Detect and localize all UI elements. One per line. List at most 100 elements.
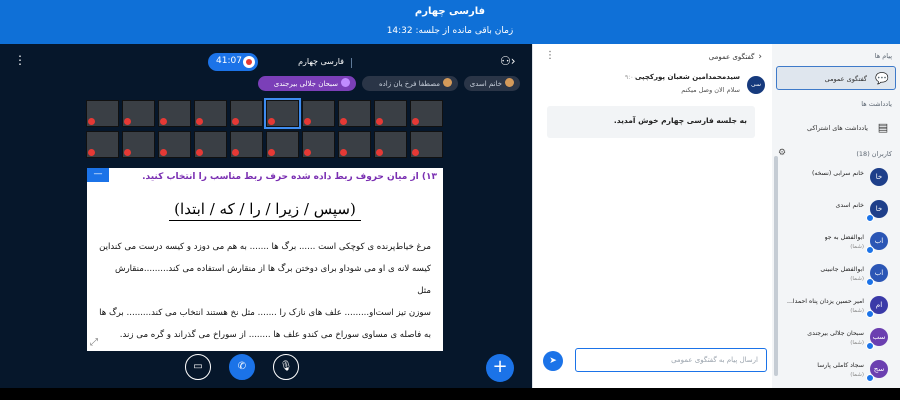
video-tile[interactable]: [194, 100, 227, 127]
avatar: سی: [747, 76, 765, 94]
more-options-icon[interactable]: ⋮: [14, 54, 26, 66]
video-tile[interactable]: [230, 131, 263, 158]
session-timer: زمان باقی مانده از جلسه: 14:32: [386, 26, 514, 36]
user-status: (شما): [850, 372, 864, 378]
video-tile[interactable]: [194, 131, 227, 158]
video-tile[interactable]: [158, 131, 191, 158]
user-list-item[interactable]: سج سجاد کاملی پارسا (شما): [772, 356, 894, 386]
user-name: ابوالفضل جانبینی: [820, 266, 864, 273]
user-name: ابوالفضل به جو: [824, 234, 864, 241]
welcome-message: به جلسه فارسی چهارم خوش آمدید.: [547, 106, 755, 138]
muted-icon: [160, 118, 167, 125]
slide-options: (سپس / زیرا / را / که / ابتدا): [87, 200, 443, 221]
presenter-badge-icon: [866, 342, 874, 350]
muted-icon: [160, 149, 167, 156]
presenter-chip[interactable]: سبحان جلالی بیرجندی: [258, 76, 356, 91]
video-tile[interactable]: [338, 131, 371, 158]
sidebar-item-shared-notes[interactable]: ▤ یادداشت های اشتراکی: [776, 116, 896, 140]
video-tile[interactable]: [230, 100, 263, 127]
user-list-item[interactable]: خا خانم اسدی: [772, 196, 894, 226]
sidebar-item-label: گفتگوی عمومی: [824, 75, 867, 83]
slide-question: ۱۳) از میان حروف ربط داده شده حرف ربط من…: [142, 172, 437, 182]
video-tile[interactable]: [410, 100, 443, 127]
muted-icon: [88, 149, 95, 156]
camera-off-icon[interactable]: ▭: [185, 354, 211, 380]
top-bar: فارسی چهارم زمان باقی مانده از جلسه: 14:…: [0, 0, 900, 44]
video-tile[interactable]: [302, 100, 335, 127]
muted-icon: [304, 149, 311, 156]
microphone-icon: [341, 78, 350, 87]
muted-icon: [376, 118, 383, 125]
presentation-area: ⋮ 41:07 فارسی چهارم ⚇› سبحان جلالی بیرجن…: [0, 44, 532, 388]
video-tile[interactable]: [86, 131, 119, 158]
recording-time: 41:07: [216, 56, 242, 66]
message-text: سلام الان وصل میکنم: [681, 86, 740, 94]
muted-icon: [124, 149, 131, 156]
video-tile[interactable]: [122, 100, 155, 127]
message-sender: سیدمحمدامین شعبان پورکچپی: [634, 73, 740, 81]
video-tile[interactable]: [86, 100, 119, 127]
user-list-item[interactable]: سب سبحان جلالی بیرجندی (شما): [772, 324, 894, 354]
actions-plus-button[interactable]: +: [486, 354, 514, 382]
video-tile[interactable]: [338, 100, 371, 127]
video-tile[interactable]: [302, 131, 335, 158]
sidebar-item-public-chat[interactable]: 💬 گفتگوی عمومی: [776, 66, 896, 90]
user-status: (شما): [850, 244, 864, 250]
presenter-badge-icon: [866, 214, 874, 222]
microphone-icon: [443, 78, 452, 87]
user-list-toggle-icon[interactable]: ⚇›: [500, 54, 516, 68]
video-grid: [86, 98, 443, 158]
chat-panel: ⋮ ‹گفتگوی عمومی سی سیدمحمدامین شعبان پور…: [532, 44, 772, 388]
chat-title[interactable]: ‹گفتگوی عمومی: [709, 52, 762, 62]
message-time: ۹:۰۰: [625, 74, 637, 81]
muted-icon: [376, 149, 383, 156]
chat-input[interactable]: ارسال پیام به گفتگوی عمومی: [575, 348, 767, 372]
video-tile[interactable]: [266, 131, 299, 158]
muted-icon: [124, 118, 131, 125]
video-tile[interactable]: [410, 131, 443, 158]
notes-header: یادداشت ها: [861, 100, 892, 108]
user-list-item[interactable]: اب ابوالفضل به جو (شما): [772, 228, 894, 258]
chat-options-icon[interactable]: ⋮: [545, 50, 555, 61]
record-icon: [243, 56, 255, 68]
sidebar: پیام ها 💬 گفتگوی عمومی یادداشت ها ▤ یادد…: [772, 44, 900, 388]
user-status: (شما): [850, 340, 864, 346]
video-tile[interactable]: [374, 100, 407, 127]
muted-icon: [340, 118, 347, 125]
presenter-badge-icon: [866, 246, 874, 254]
fullscreen-icon[interactable]: ⤢: [90, 337, 98, 348]
video-tile[interactable]: [264, 98, 301, 129]
slide-paragraph: مرغ خیاط‌پرنده ی کوچکی است ...... برگ ها…: [99, 236, 431, 346]
gear-icon[interactable]: ⚙: [778, 148, 786, 158]
users-header: کاربران (18): [856, 150, 892, 158]
presentation-slide: — ۱۳) از میان حروف ربط داده شده حرف ربط …: [87, 168, 443, 351]
muted-icon: [196, 149, 203, 156]
video-tile[interactable]: [122, 131, 155, 158]
video-tile[interactable]: [158, 100, 191, 127]
presenter-chip[interactable]: مصطفا فرخ یان زاده: [362, 76, 458, 91]
microphone-off-icon[interactable]: 🎙: [273, 354, 299, 380]
muted-icon: [304, 118, 311, 125]
recording-indicator[interactable]: 41:07: [208, 53, 258, 71]
user-list-item[interactable]: خا خانم سرابی (نسخه): [772, 164, 894, 194]
send-icon[interactable]: ➤: [543, 351, 563, 371]
user-name: خانم اسدی: [835, 202, 864, 209]
chevron-left-icon[interactable]: ‹: [758, 52, 762, 62]
user-name: سبحان جلالی بیرجندی: [807, 330, 864, 337]
muted-icon: [196, 118, 203, 125]
minimize-presentation-button[interactable]: —: [87, 168, 109, 182]
user-list-item[interactable]: اب ابوالفضل جانبینی (شما): [772, 260, 894, 290]
phone-icon[interactable]: ✆: [229, 354, 255, 380]
notes-icon: ▤: [877, 121, 889, 134]
muted-icon: [232, 149, 239, 156]
muted-icon: [88, 118, 95, 125]
user-name: خانم سرابی (نسخه): [811, 170, 864, 177]
presenter-chip[interactable]: خانم اسدی: [464, 76, 520, 91]
room-title: فارسی چهارم: [264, 57, 352, 68]
user-name: امیر حسین یزدان پناه احمدا...: [787, 298, 864, 305]
video-tile[interactable]: [374, 131, 407, 158]
user-list-item[interactable]: ام امیر حسین یزدان پناه احمدا... (شما): [772, 292, 894, 322]
presenter-badge-icon: [866, 374, 874, 382]
muted-icon: [268, 149, 275, 156]
user-name: سجاد کاملی پارسا: [817, 362, 864, 369]
